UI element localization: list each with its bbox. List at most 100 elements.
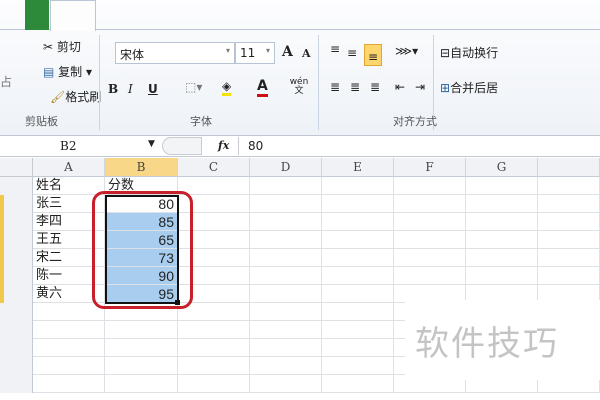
cell[interactable] (322, 249, 394, 267)
tab-home[interactable] (50, 0, 96, 31)
cell[interactable] (105, 339, 178, 357)
cell[interactable] (250, 177, 322, 195)
cell[interactable] (538, 249, 600, 267)
cell[interactable] (105, 375, 178, 393)
cell[interactable] (322, 231, 394, 249)
cell[interactable] (322, 375, 394, 393)
cell[interactable] (466, 249, 538, 267)
align-left-button[interactable]: ≣ (330, 80, 340, 94)
cell[interactable] (322, 303, 394, 321)
row-header[interactable] (0, 285, 33, 303)
italic-button[interactable]: I (128, 82, 133, 96)
cell[interactable] (322, 285, 394, 303)
cell[interactable] (33, 321, 105, 339)
cell[interactable] (322, 339, 394, 357)
cell[interactable] (538, 267, 600, 285)
column-header-G[interactable]: G (466, 158, 538, 177)
wrap-text-button[interactable]: ⊟自动换行 (440, 44, 498, 61)
cell[interactable] (250, 375, 322, 393)
font-size-select[interactable]: 11 ▾ (235, 42, 275, 64)
column-header-partial[interactable] (538, 158, 600, 177)
row-header[interactable] (0, 195, 33, 213)
cell[interactable] (250, 249, 322, 267)
align-bottom-button[interactable]: ≡ (364, 44, 383, 66)
cell[interactable] (322, 213, 394, 231)
cell[interactable] (250, 321, 322, 339)
row-header[interactable] (0, 375, 33, 393)
align-middle-button[interactable]: ≡ (347, 46, 357, 60)
format-painter-button[interactable]: 🖌格式刷 (50, 88, 101, 105)
row-header[interactable] (0, 231, 33, 249)
cell[interactable] (250, 357, 322, 375)
bold-button[interactable]: B (108, 82, 118, 96)
column-header-F[interactable]: F (394, 158, 466, 177)
merge-center-button[interactable]: ⊞合并后居 (440, 79, 498, 96)
cell[interactable] (178, 177, 250, 195)
column-header-B[interactable]: B (105, 158, 178, 177)
cell[interactable] (466, 177, 538, 195)
grow-font-button[interactable]: A (282, 44, 293, 60)
align-right-button[interactable]: ≣ (370, 80, 380, 94)
row-header[interactable] (0, 357, 33, 375)
cell[interactable] (178, 357, 250, 375)
row-header[interactable] (0, 177, 33, 195)
cell[interactable] (322, 321, 394, 339)
cell[interactable] (250, 195, 322, 213)
cell[interactable] (394, 177, 466, 195)
cell[interactable] (466, 231, 538, 249)
cell[interactable] (466, 195, 538, 213)
cell[interactable] (250, 231, 322, 249)
row-header[interactable] (0, 267, 33, 285)
cell[interactable] (538, 195, 600, 213)
shrink-font-button[interactable]: A (302, 47, 311, 60)
align-center-button[interactable]: ≣ (350, 80, 360, 94)
cell[interactable] (394, 267, 466, 285)
cell[interactable] (322, 195, 394, 213)
font-name-select[interactable]: 宋体 ▾ (115, 42, 235, 64)
phonetic-button[interactable]: wén 文 (288, 78, 310, 96)
cell[interactable] (322, 177, 394, 195)
row-header[interactable] (0, 321, 33, 339)
row-header[interactable] (0, 303, 33, 321)
row-header[interactable] (0, 249, 33, 267)
cell[interactable] (394, 195, 466, 213)
cell[interactable] (33, 375, 105, 393)
column-header-D[interactable]: D (250, 158, 322, 177)
cell[interactable] (538, 231, 600, 249)
cell[interactable] (250, 285, 322, 303)
select-all[interactable] (0, 158, 33, 177)
decrease-indent-button[interactable]: ⇤ (395, 80, 405, 94)
column-header-C[interactable]: C (178, 158, 250, 177)
row-header[interactable] (0, 339, 33, 357)
cell[interactable]: 姓名 (33, 177, 105, 195)
paste-button[interactable]: 占 (0, 73, 12, 90)
copy-button[interactable]: ▤ 复制 ▾ (43, 63, 92, 80)
cell[interactable] (466, 213, 538, 231)
cell[interactable] (250, 339, 322, 357)
tab-file[interactable] (25, 0, 49, 30)
cell[interactable] (250, 213, 322, 231)
cell[interactable] (250, 303, 322, 321)
font-color-button[interactable]: A (257, 78, 268, 97)
cut-button[interactable]: ✂ 剪切 (43, 38, 81, 55)
orientation-button[interactable]: ⋙▾ (395, 44, 418, 58)
name-box[interactable]: B2 (60, 139, 76, 153)
cell[interactable] (105, 357, 178, 375)
increase-indent-button[interactable]: ⇥ (415, 80, 425, 94)
cell[interactable] (322, 357, 394, 375)
cell[interactable] (394, 231, 466, 249)
cell[interactable] (178, 321, 250, 339)
align-top-button[interactable]: ≡ (330, 42, 340, 56)
cell[interactable] (538, 177, 600, 195)
cell[interactable] (394, 213, 466, 231)
formula-input[interactable]: 80 (248, 139, 263, 153)
cell[interactable] (466, 267, 538, 285)
row-header[interactable] (0, 213, 33, 231)
cell[interactable] (322, 267, 394, 285)
border-button[interactable]: ⬚▾ (185, 80, 202, 94)
underline-button[interactable]: U (148, 82, 158, 96)
cell[interactable] (250, 267, 322, 285)
cell[interactable] (394, 249, 466, 267)
insert-function-button[interactable]: fx (218, 139, 229, 152)
cell[interactable] (178, 339, 250, 357)
